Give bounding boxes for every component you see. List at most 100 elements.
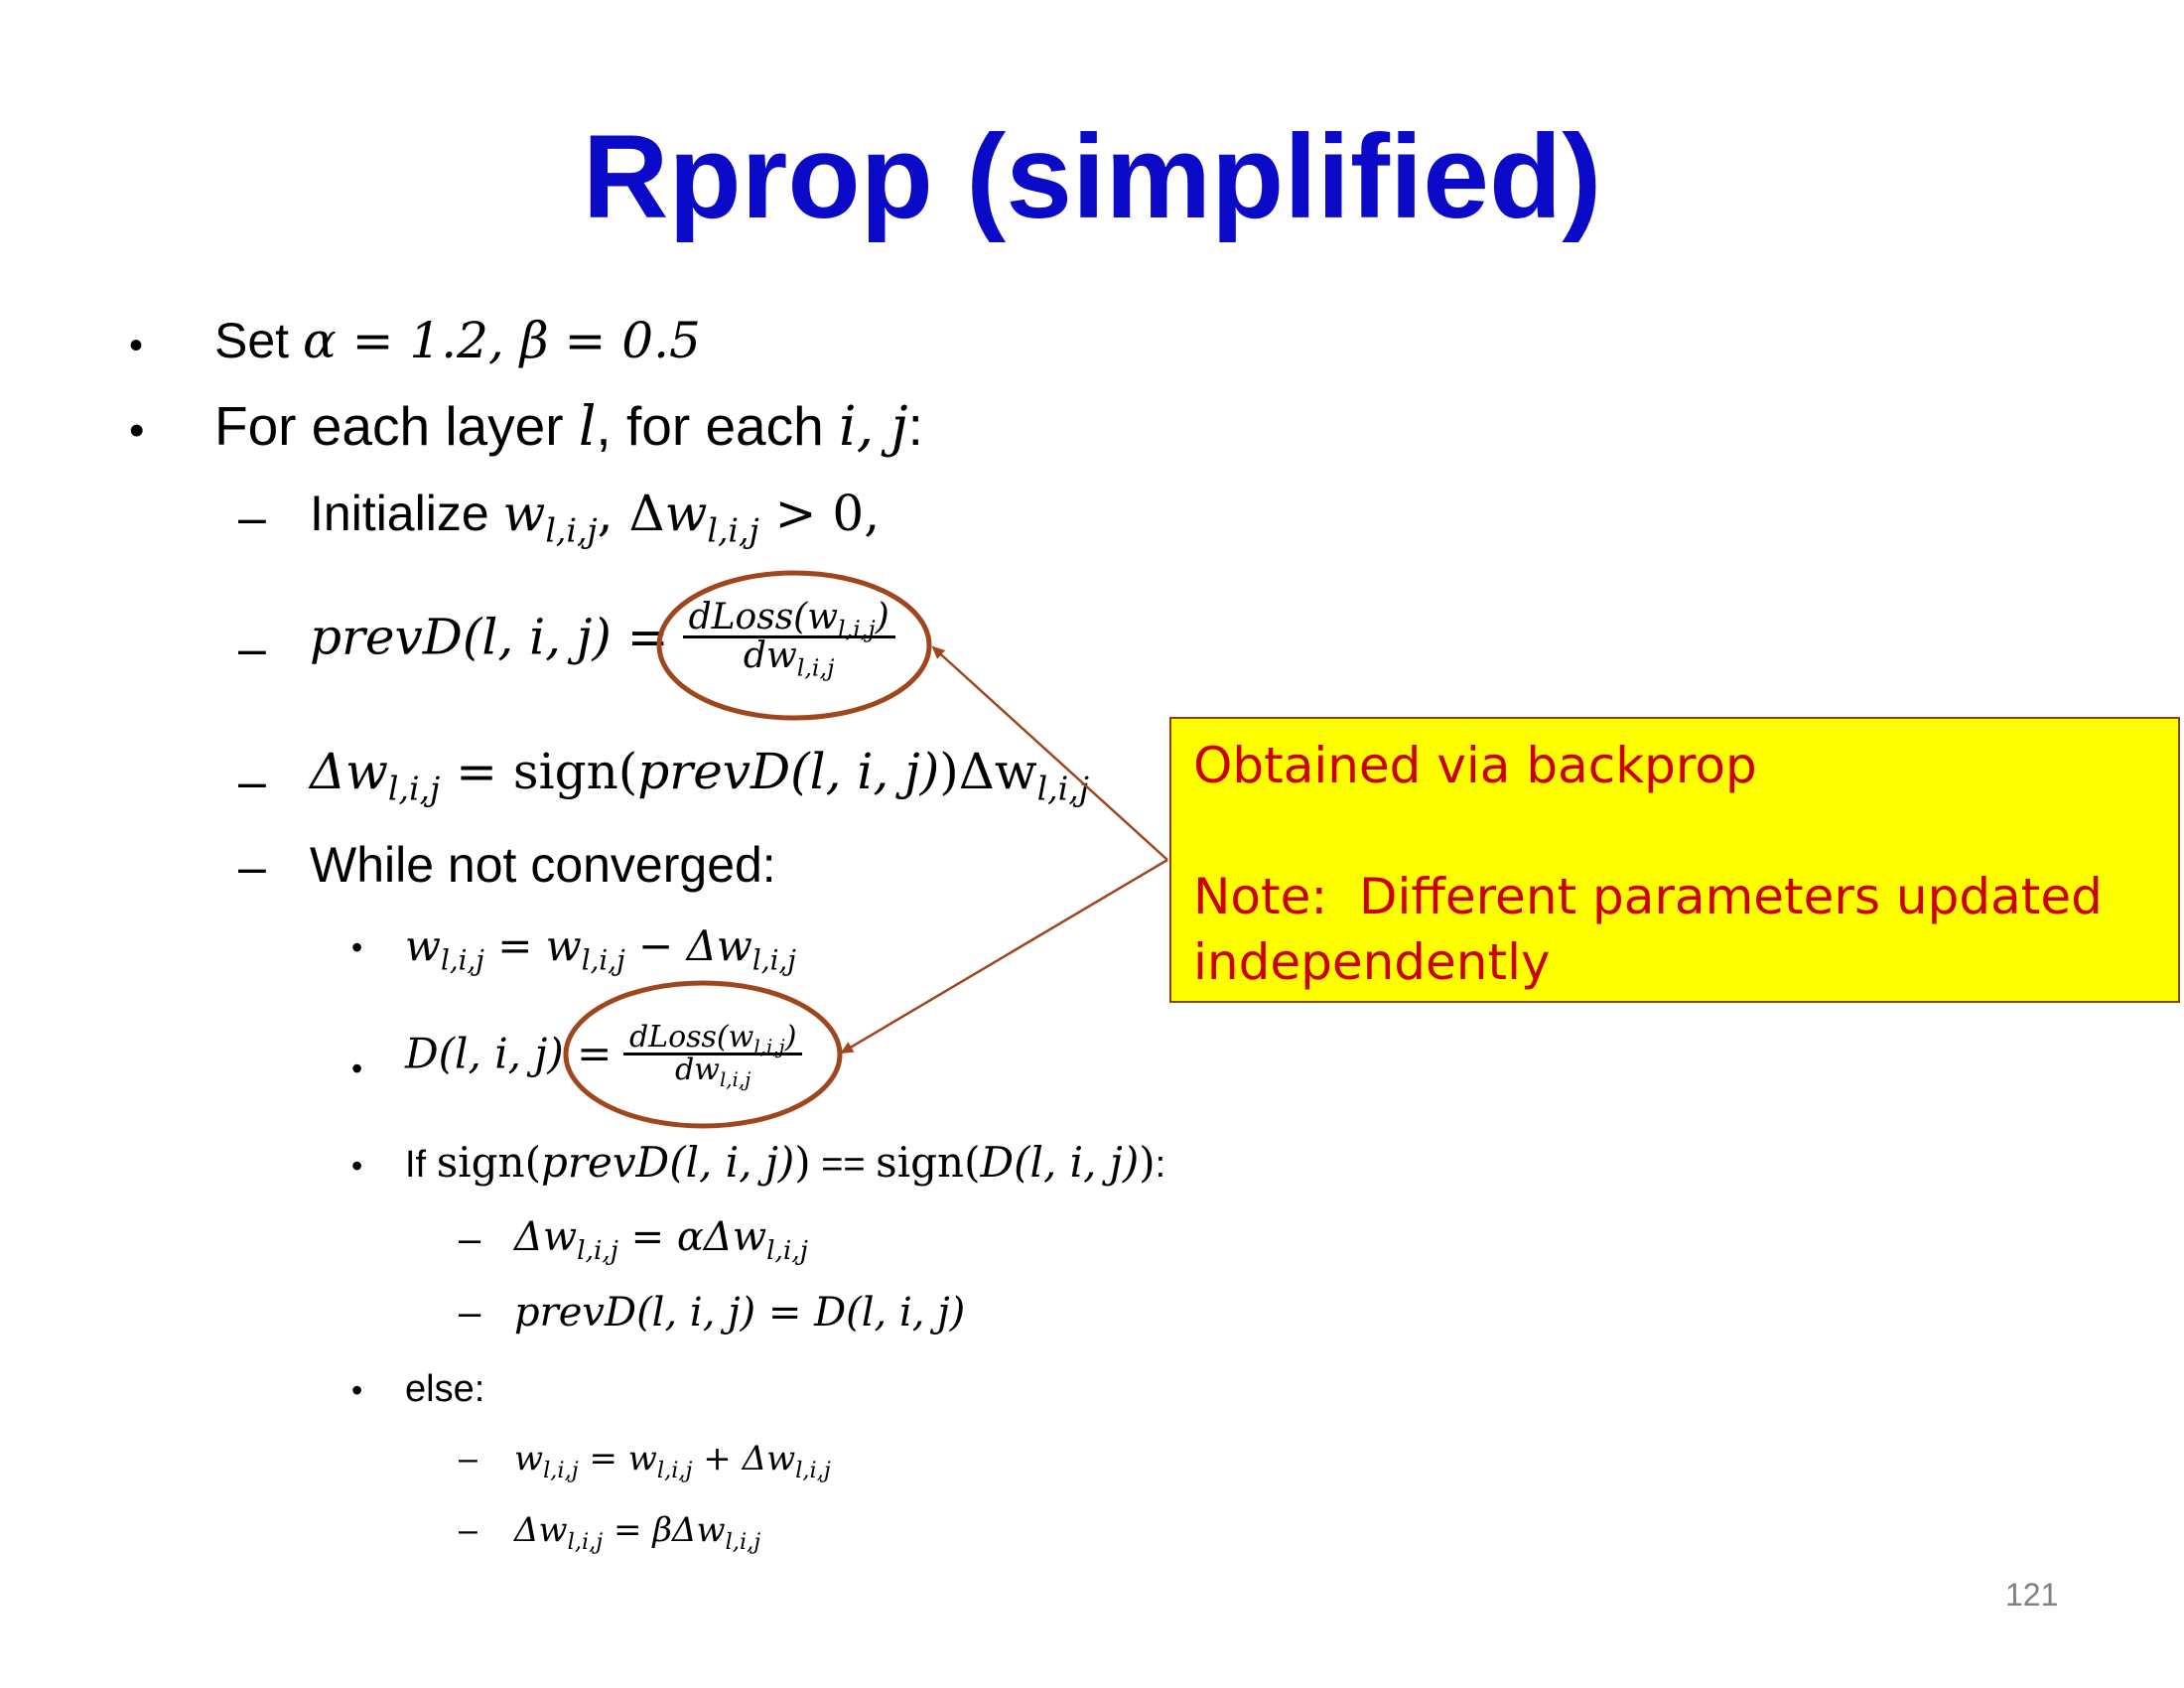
- callout-spacer: [1193, 798, 2156, 864]
- line-D-compute: D(l, i, j) = dLoss(wl,i,j) dwl,i,j: [405, 1020, 803, 1089]
- math-op: − Δw: [624, 921, 752, 970]
- dash-marker: –: [238, 754, 266, 809]
- subscript: l,i,j: [795, 1457, 831, 1483]
- dash-marker: –: [238, 490, 266, 545]
- line-text: ==: [810, 1144, 877, 1186]
- subscript: l,i,j: [766, 1235, 808, 1267]
- fraction-numerator: dLoss(wl,i,j): [623, 1020, 802, 1057]
- line-else: else:: [405, 1368, 485, 1410]
- line-text: Initialize: [310, 486, 503, 541]
- line-prevD-update: prevD(l, i, j) = D(l, i, j): [514, 1290, 966, 1336]
- math-var: Δw: [514, 1510, 568, 1550]
- denominator-text: dw: [675, 1053, 720, 1087]
- math-expression: D(l, i, j): [980, 1138, 1140, 1187]
- derivative-fraction: dLoss(wl,i,j) dwl,i,j: [682, 597, 895, 679]
- subscript: l,i,j: [567, 1528, 604, 1555]
- dash-marker: –: [459, 1217, 481, 1261]
- line-text: For each layer: [214, 395, 579, 457]
- math-expression: D(l, i, j) =: [405, 1029, 613, 1078]
- math-op: = sign(: [440, 743, 638, 800]
- fraction-numerator: dLoss(wl,i,j): [683, 597, 895, 641]
- line-text: Set: [214, 313, 303, 368]
- numerator-text: ): [875, 597, 889, 637]
- denominator-text: dw: [743, 635, 797, 676]
- line-text: :: [907, 395, 923, 457]
- math-var: Δw: [310, 743, 388, 800]
- subscript: l,i,j: [725, 1528, 761, 1555]
- callout-line: Obtained via backprop: [1193, 737, 1757, 794]
- math-op: > 0,: [758, 485, 881, 542]
- line-set-params: Set α = 1.2, β = 0.5: [214, 316, 701, 365]
- numerator-text: dLoss(w: [688, 597, 839, 637]
- math-op: ): [1139, 1138, 1156, 1187]
- callout-line: Note: Different parameters updated: [1193, 868, 2103, 925]
- derivative-fraction: dLoss(wl,i,j) dwl,i,j: [622, 1020, 803, 1089]
- dash-marker: –: [459, 1511, 478, 1549]
- slide: Rprop (simplified) • Set α = 1.2, β = 0.…: [0, 0, 2184, 1688]
- bullet-marker: •: [351, 1372, 363, 1408]
- math-expression: α = 1.2, β = 0.5: [302, 312, 701, 369]
- math-var: Δw: [514, 1214, 578, 1260]
- subscript: l,i,j: [707, 510, 759, 550]
- numerator-text: dLoss(w: [628, 1020, 754, 1055]
- math-expression: prevD(l, i, j): [541, 1138, 795, 1187]
- line-sign-check: If sign(prevD(l, i, j)) == sign(D(l, i, …: [405, 1142, 1165, 1186]
- subscript: l,i,j: [387, 769, 441, 808]
- math-op: sign(: [436, 1138, 541, 1187]
- subscript: l,i,j: [751, 943, 796, 977]
- math-op: + Δw: [692, 1439, 796, 1478]
- math-op: = w: [578, 1439, 657, 1478]
- math-op: = αΔw: [617, 1214, 767, 1260]
- subscript: l,i,j: [838, 615, 876, 643]
- bullet-marker: •: [351, 1148, 363, 1184]
- math-op: sign(: [876, 1138, 981, 1187]
- line-initialize: Initialize wl,i,j, Δwl,i,j > 0,: [310, 486, 880, 547]
- math-expression: prevD(l, i, j): [637, 743, 940, 800]
- line-delta-init: Δwl,i,j = sign(prevD(l, i, j))Δwl,i,j: [310, 747, 1089, 805]
- subscript: l,i,j: [719, 1067, 751, 1091]
- callout-box: Obtained via backprop Note: Different pa…: [1169, 717, 2180, 1003]
- line-prevD-init: prevD(l, i, j) = dLoss(wl,i,j) dwl,i,j: [310, 597, 895, 679]
- math-var: i, j: [839, 394, 908, 458]
- callout-line: independently: [1193, 933, 1551, 991]
- line-while-loop: While not converged:: [310, 837, 776, 893]
- line-increase-step: Δwl,i,j = αΔwl,i,j: [514, 1214, 808, 1264]
- line-text: , for each: [596, 395, 839, 457]
- subscript: l,i,j: [581, 943, 625, 977]
- line-weight-update: wl,i,j = wl,i,j − Δwl,i,j: [405, 925, 796, 975]
- bullet-marker: •: [351, 1051, 363, 1086]
- math-var: w: [405, 921, 441, 970]
- subscript: l,i,j: [543, 1457, 579, 1483]
- dash-marker: –: [459, 1440, 478, 1477]
- subscript: l,i,j: [1036, 769, 1089, 808]
- math-op: )Δw: [939, 743, 1037, 800]
- line-revert-weight: wl,i,j = wl,i,j + Δwl,i,j: [514, 1439, 831, 1481]
- bullet-marker: •: [351, 929, 363, 965]
- line-for-each-layer: For each layer l, for each i, j:: [214, 399, 923, 454]
- subscript: l,i,j: [545, 510, 598, 550]
- line-text: If: [405, 1144, 437, 1186]
- subscript: l,i,j: [440, 943, 484, 977]
- line-decrease-step: Δwl,i,j = βΔwl,i,j: [514, 1510, 760, 1553]
- math-op: , Δ: [597, 485, 665, 542]
- dash-marker: –: [238, 621, 266, 676]
- bullet-marker: •: [129, 324, 144, 367]
- dash-marker: –: [238, 839, 266, 895]
- math-op: = βΔw: [603, 1510, 726, 1550]
- math-expression: prevD(l, i, j) =: [310, 608, 669, 666]
- subscript: l,i,j: [656, 1457, 693, 1483]
- math-var: w: [514, 1439, 544, 1478]
- dash-marker: –: [459, 1291, 481, 1335]
- numerator-text: ): [784, 1020, 797, 1055]
- math-op: ): [794, 1138, 811, 1187]
- bullet-marker: •: [129, 406, 145, 455]
- math-op: = w: [483, 921, 582, 970]
- subscript: l,i,j: [796, 653, 835, 682]
- math-var: w: [502, 485, 546, 542]
- arrow-to-bottom-ellipse: [840, 858, 1168, 1055]
- math-var: w: [664, 485, 708, 542]
- page-number: 121: [2005, 1577, 2059, 1613]
- subscript: l,i,j: [753, 1035, 785, 1058]
- subscript: l,i,j: [577, 1235, 618, 1267]
- math-var: l: [578, 394, 597, 458]
